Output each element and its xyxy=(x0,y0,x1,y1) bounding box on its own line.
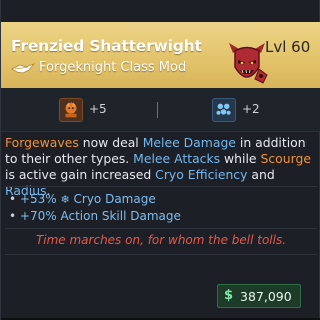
desc-melee-attacks: Melee Attacks xyxy=(133,151,221,166)
item-description: Forgewaves now deal Melee Damage in addi… xyxy=(5,135,317,199)
snowflake-icon: ❄ xyxy=(60,193,70,206)
stat-row: • +53% ❄ Cryo Damage xyxy=(9,192,156,206)
divider xyxy=(5,228,317,229)
desc-text: and xyxy=(247,167,275,182)
stat-row: • +70% Action Skill Damage xyxy=(9,209,181,223)
forge-skill-icon[interactable] xyxy=(59,98,83,122)
divider xyxy=(5,186,317,187)
stat-value: +53% xyxy=(19,192,57,206)
item-level: Lvl 60 xyxy=(265,38,311,56)
currency-icon: $ xyxy=(224,288,234,303)
item-card: Frenzied Shatterwight Forgeknight Class … xyxy=(0,0,320,320)
value-amount: 387,090 xyxy=(240,289,292,304)
demon-skull-icon xyxy=(229,43,268,84)
desc-text: now deal xyxy=(78,135,143,150)
skill-divider xyxy=(157,102,158,118)
rarity-wings-icon xyxy=(11,63,35,74)
desc-forgewaves: Forgewaves xyxy=(5,135,79,150)
flavor-text: Time marches on, for whom the bell tolls… xyxy=(35,233,287,247)
divider xyxy=(5,254,317,255)
cryo-cluster-icon[interactable] xyxy=(212,98,236,122)
desc-scourge: Scourge xyxy=(260,151,311,166)
desc-text: while xyxy=(220,151,261,166)
skill-bonus-row: +5 +2 xyxy=(1,88,320,132)
desc-cryo-efficiency: Cryo Efficiency xyxy=(155,167,248,182)
skill-bonus-1: +5 xyxy=(89,102,107,116)
bullet: • xyxy=(9,192,20,206)
item-name: Frenzied Shatterwight xyxy=(11,37,202,55)
stat-name: Cryo Damage xyxy=(73,192,156,206)
desc-melee-damage: Melee Damage xyxy=(142,135,236,150)
stat-name: Action Skill Damage xyxy=(60,209,181,223)
item-header: Frenzied Shatterwight Forgeknight Class … xyxy=(1,22,320,88)
skill-bonus-2: +2 xyxy=(242,102,260,116)
desc-text: is active gain increased xyxy=(5,167,156,182)
item-type: Forgeknight Class Mod xyxy=(39,60,187,75)
item-value: $ 387,090 xyxy=(217,284,301,308)
stat-value: +70% xyxy=(19,209,57,223)
bullet: • xyxy=(9,209,20,223)
